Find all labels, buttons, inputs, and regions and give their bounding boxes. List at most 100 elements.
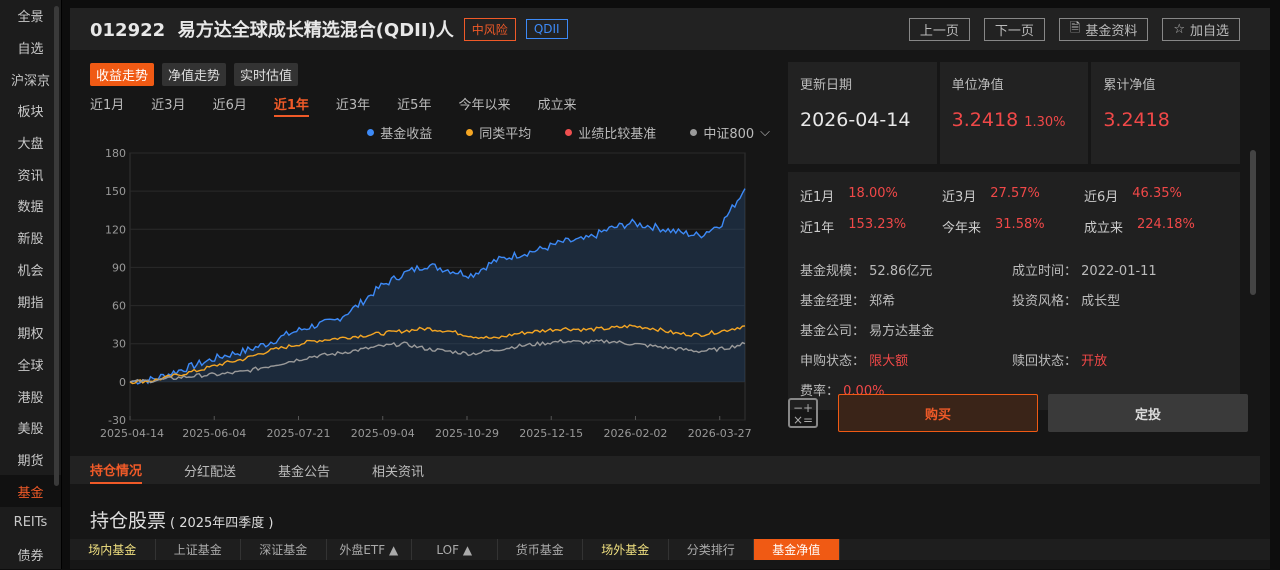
sidebar-item[interactable]: 机会: [0, 254, 61, 286]
sidebar-item[interactable]: 沪深京: [0, 63, 61, 95]
bottom-nav-item[interactable]: 货币基金: [498, 539, 583, 560]
sidebar-item[interactable]: 港股: [0, 380, 61, 412]
sidebar-item[interactable]: 期指: [0, 285, 61, 317]
sidebar-item[interactable]: 期货: [0, 444, 61, 476]
sidebar-item-label: 全景: [17, 10, 44, 26]
y-tick-label: 90: [112, 261, 126, 274]
star-icon: ☆: [1173, 22, 1185, 37]
bottom-nav-item[interactable]: LOF ▲: [412, 539, 498, 560]
perf-value: 18.00%: [848, 186, 898, 201]
calculator-icon[interactable]: −+ ×=: [788, 398, 818, 428]
legend-item[interactable]: 同类平均: [466, 123, 531, 142]
range-tab[interactable]: 近6月: [213, 94, 247, 117]
y-tick-label: 60: [112, 300, 126, 313]
perf-label: 近6月: [1084, 190, 1119, 205]
range-tab[interactable]: 近3月: [151, 94, 185, 117]
manager-value[interactable]: 郑希: [869, 294, 895, 309]
sidebar-item-label: 大盘: [17, 137, 44, 153]
range-tab[interactable]: 近5年: [397, 94, 431, 117]
legend-item[interactable]: 业绩比较基准: [565, 123, 656, 142]
sidebar-item-label: 自选: [17, 42, 44, 58]
sidebar-item-label: 机会: [17, 263, 44, 279]
sidebar-item[interactable]: 大盘: [0, 127, 61, 159]
y-tick-label: 150: [105, 185, 126, 198]
chart-mode-tab[interactable]: 实时估值: [234, 63, 299, 86]
fund-title: 012922 易方达全球成长精选混合(QDII)人: [90, 20, 454, 41]
range-tab[interactable]: 近3年: [336, 94, 370, 117]
detail-tab[interactable]: 持仓情况: [90, 456, 143, 484]
add-watchlist-button[interactable]: ☆ 加自选: [1162, 18, 1240, 41]
range-tab[interactable]: 近1年: [273, 94, 309, 117]
perf-row: 近1年 153.23% 今年来 31.58% 成立来 224.18%: [800, 211, 1228, 242]
bottom-nav-item[interactable]: 分类排行: [669, 539, 754, 560]
unit-nav-label: 单位净值: [951, 78, 1004, 93]
bottom-nav-item[interactable]: 场内基金: [70, 539, 156, 560]
scale-value: 52.86亿元: [869, 263, 933, 279]
bottom-nav-item[interactable]: 基金净值: [754, 539, 840, 560]
sidebar-scrollbar[interactable]: [54, 6, 59, 486]
company-value[interactable]: 易方达基金: [869, 324, 934, 339]
purchase-status: 限大额: [869, 353, 909, 369]
sidebar-item[interactable]: 资讯: [0, 158, 61, 190]
perf-value: 153.23%: [848, 217, 907, 232]
unit-nav-card: 单位净值 3.2418 1.30%: [939, 62, 1089, 164]
chart-mode-tab[interactable]: 收益走势: [90, 63, 155, 86]
bottom-nav-item[interactable]: 深证基金: [241, 539, 327, 560]
fund-info-button[interactable]: 🗎 基金资料: [1058, 18, 1149, 41]
legend-label: 同类平均: [479, 127, 532, 142]
sidebar-item[interactable]: 全球: [0, 349, 61, 381]
detail-tab[interactable]: 分红配送: [184, 456, 236, 484]
acc-nav: 3.2418: [1103, 109, 1170, 131]
detail-tab[interactable]: 基金公告: [278, 456, 330, 484]
sidebar-item[interactable]: 自选: [0, 32, 61, 64]
sidebar-item[interactable]: 全景: [0, 0, 61, 32]
auto-invest-button[interactable]: 定投: [1048, 394, 1248, 432]
style-label: 投资风格：: [1012, 293, 1078, 309]
perf-cell: 成立来 224.18%: [1084, 217, 1226, 236]
legend-item[interactable]: 基金收益: [367, 123, 432, 142]
x-tick-label: 2025-12-15: [519, 427, 583, 440]
sidebar-item-label: 数据: [17, 200, 44, 216]
perf-cell: 今年来 31.58%: [942, 217, 1084, 236]
sidebar-item[interactable]: 基金: [0, 475, 61, 507]
perf-value: 31.58%: [995, 217, 1045, 232]
update-date-label: 更新日期: [800, 78, 853, 93]
legend-dot: [466, 129, 474, 136]
x-tick-label: 2025-09-04: [351, 427, 415, 440]
legend-item[interactable]: 中证800 ⌵: [690, 123, 770, 142]
buy-button[interactable]: 购买: [838, 394, 1038, 432]
legend-dot: [565, 129, 573, 136]
x-tick-label: 2026-03-27: [688, 427, 752, 440]
sidebar-item[interactable]: 板块: [0, 95, 61, 127]
perf-cell: 近3月 27.57%: [942, 186, 1084, 205]
range-tab[interactable]: 近1月: [90, 94, 124, 117]
range-tab[interactable]: 成立来: [537, 94, 576, 117]
sidebar-item-label: 期权: [17, 327, 44, 343]
type-badge: QDII: [525, 19, 568, 39]
sidebar-item-label: 板块: [17, 105, 44, 121]
bottom-nav-item[interactable]: 外盘ETF ▲: [327, 539, 412, 560]
perf-label: 近1年: [800, 221, 835, 236]
bottom-nav-item[interactable]: 上证基金: [156, 539, 241, 560]
sidebar-item[interactable]: 美股: [0, 412, 61, 444]
chart-legend: 基金收益 同类平均 业绩比较基准 中证800 ⌵: [367, 123, 770, 142]
unit-nav-change: 1.30%: [1024, 115, 1066, 130]
sidebar-item[interactable]: REITs: [0, 507, 61, 539]
unit-nav: 3.2418: [951, 109, 1019, 131]
detail-tab[interactable]: 相关资讯: [372, 456, 424, 484]
sidebar: 全景自选沪深京板块大盘资讯数据新股机会期指期权全球 港股 美股 期货 基金 REITs 债券: [0, 0, 62, 569]
right-scrollbar[interactable]: [1250, 150, 1256, 295]
chevron-down-icon[interactable]: ⌵: [760, 125, 770, 140]
perf-label: 成立来: [1084, 221, 1124, 236]
range-tab[interactable]: 今年以来: [458, 94, 510, 117]
chart-mode-tab[interactable]: 净值走势: [162, 63, 227, 86]
sidebar-item[interactable]: 数据: [0, 190, 61, 222]
sidebar-item[interactable]: 期权: [0, 317, 61, 349]
next-page-button[interactable]: 下一页: [983, 18, 1045, 41]
sidebar-item-label: 债券: [17, 549, 44, 565]
prev-page-button[interactable]: 上一页: [908, 18, 970, 41]
bottom-nav-item[interactable]: 场外基金: [583, 539, 669, 560]
sidebar-item[interactable]: 新股: [0, 222, 61, 254]
purchase-status-label: 申购状态：: [800, 353, 866, 369]
sidebar-item[interactable]: 债券: [0, 539, 61, 570]
